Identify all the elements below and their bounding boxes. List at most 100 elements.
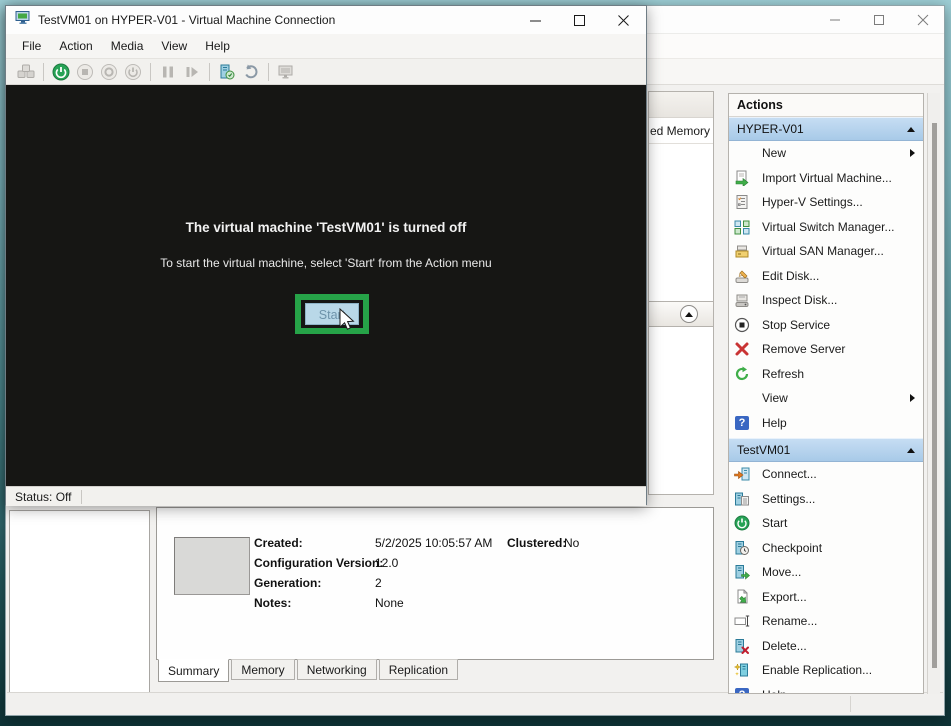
manager-maximize-button[interactable] xyxy=(872,13,886,27)
pause-vm-button[interactable] xyxy=(156,61,180,83)
action-item-inspect-disk[interactable]: Inspect Disk... xyxy=(729,288,923,313)
vmconnect-titlebar: TestVM01 on HYPER-V01 - Virtual Machine … xyxy=(6,6,646,34)
enhanced-session-button[interactable] xyxy=(274,61,298,83)
vmconnect-close-button[interactable] xyxy=(616,13,630,27)
scrollbar-thumb[interactable] xyxy=(932,123,937,668)
action-item-hyperv-settings[interactable]: Hyper-V Settings... xyxy=(729,190,923,215)
toolbar-separator xyxy=(209,63,210,81)
revert-button[interactable] xyxy=(239,61,263,83)
action-item-host-help[interactable]: Help xyxy=(729,411,923,436)
status-text: Status: Off xyxy=(15,490,71,504)
created-value: 5/2/2025 10:05:57 AM xyxy=(375,536,492,550)
menu-view[interactable]: View xyxy=(152,36,196,56)
connect-icon xyxy=(734,466,750,482)
menu-file[interactable]: File xyxy=(13,36,50,56)
action-item-vm-help[interactable]: Help xyxy=(729,683,923,695)
action-item-checkpoint[interactable]: Checkpoint xyxy=(729,536,923,561)
action-item-delete[interactable]: Delete... xyxy=(729,634,923,659)
enable-replication-icon xyxy=(734,662,750,678)
actions-pane-title: Actions xyxy=(729,94,923,117)
blank-icon xyxy=(734,390,750,406)
shut-down-vm-button[interactable] xyxy=(97,61,121,83)
vm-settings-icon xyxy=(734,491,750,507)
action-item-start[interactable]: Start xyxy=(729,511,923,536)
action-item-vm-settings[interactable]: Settings... xyxy=(729,487,923,512)
action-item-virtual-switch-manager[interactable]: Virtual Switch Manager... xyxy=(729,215,923,240)
vm-thumbnail xyxy=(174,537,250,595)
notes-label: Notes: xyxy=(254,596,291,610)
menu-help[interactable]: Help xyxy=(196,36,239,56)
vm-list-panel-header xyxy=(649,92,713,118)
vmconnect-statusbar: Status: Off xyxy=(6,486,646,506)
rename-icon xyxy=(734,613,750,629)
vm-off-message-title: The virtual machine 'TestVM01' is turned… xyxy=(6,220,646,235)
remove-server-icon xyxy=(734,341,750,357)
vmconnect-menubar: File Action Media View Help xyxy=(6,34,646,58)
menu-media[interactable]: Media xyxy=(102,36,153,56)
menu-action[interactable]: Action xyxy=(50,36,101,56)
help-icon xyxy=(734,415,750,431)
clustered-label: Clustered: xyxy=(507,536,566,550)
edit-disk-icon xyxy=(734,268,750,284)
config-version-value: 12.0 xyxy=(375,556,398,570)
collapse-arrow-icon xyxy=(907,448,915,453)
action-item-virtual-san-manager[interactable]: Virtual SAN Manager... xyxy=(729,239,923,264)
vm-off-message-subtitle: To start the virtual machine, select 'St… xyxy=(6,256,646,270)
hyperv-settings-icon xyxy=(734,194,750,210)
summary-tab-page: Created: 5/2/2025 10:05:57 AM Clustered:… xyxy=(156,507,714,660)
collapse-arrow-icon xyxy=(685,312,693,317)
clustered-value: No xyxy=(564,536,579,550)
step-vm-button[interactable] xyxy=(180,61,204,83)
actions-section-host-header[interactable]: HYPER-V01 xyxy=(729,117,923,141)
checkpoint-icon xyxy=(734,540,750,556)
inspect-disk-icon xyxy=(734,292,750,308)
save-vm-button[interactable] xyxy=(121,61,145,83)
config-version-label: Configuration Version: xyxy=(254,556,383,570)
server-tree-pane xyxy=(9,510,150,693)
tab-networking[interactable]: Networking xyxy=(297,659,377,680)
manager-status-strip xyxy=(7,692,943,715)
action-item-remove-server[interactable]: Remove Server xyxy=(729,337,923,362)
tab-summary[interactable]: Summary xyxy=(158,659,229,682)
ctrl-alt-del-button[interactable] xyxy=(14,61,38,83)
toolbar-separator xyxy=(150,63,151,81)
vm-list-column-header[interactable]: ed Memory xyxy=(649,118,713,144)
vmconnect-toolbar xyxy=(6,58,646,85)
desktop: ed Memory TestVM01 Created: 5/2/2025 10:… xyxy=(0,0,951,726)
checkpoints-collapse-button[interactable] xyxy=(680,305,698,323)
created-label: Created: xyxy=(254,536,303,550)
notes-value: None xyxy=(375,596,404,610)
virtual-san-icon xyxy=(734,243,750,259)
action-item-stop-service[interactable]: Stop Service xyxy=(729,313,923,338)
help-icon xyxy=(734,687,750,694)
actions-section-vm-header[interactable]: TestVM01 xyxy=(729,438,923,462)
details-tab-strip: Summary Memory Networking Replication xyxy=(158,659,460,682)
action-item-move[interactable]: Move... xyxy=(729,560,923,585)
start-vm-button[interactable] xyxy=(49,61,73,83)
action-item-enable-replication[interactable]: Enable Replication... xyxy=(729,658,923,683)
action-item-rename[interactable]: Rename... xyxy=(729,609,923,634)
vmconnect-minimize-button[interactable] xyxy=(528,13,542,27)
action-item-connect[interactable]: Connect... xyxy=(729,462,923,487)
actions-scrollbar[interactable] xyxy=(927,93,940,694)
action-item-import-virtual-machine[interactable]: Import Virtual Machine... xyxy=(729,166,923,191)
checkpoint-button[interactable] xyxy=(215,61,239,83)
tab-memory[interactable]: Memory xyxy=(231,659,294,680)
status-divider xyxy=(81,490,82,504)
toolbar-separator xyxy=(43,63,44,81)
action-item-edit-disk[interactable]: Edit Disk... xyxy=(729,264,923,289)
actions-pane: Actions HYPER-V01 New Import Virtual Mac… xyxy=(728,93,924,694)
vmconnect-maximize-button[interactable] xyxy=(572,13,586,27)
action-item-refresh[interactable]: Refresh xyxy=(729,362,923,387)
generation-label: Generation: xyxy=(254,576,321,590)
action-item-new[interactable]: New xyxy=(729,141,923,166)
window-title: TestVM01 on HYPER-V01 - Virtual Machine … xyxy=(38,13,335,27)
manager-minimize-button[interactable] xyxy=(828,13,842,27)
turn-off-vm-button[interactable] xyxy=(73,61,97,83)
manager-close-button[interactable] xyxy=(916,13,930,27)
tab-replication[interactable]: Replication xyxy=(379,659,458,680)
action-item-view[interactable]: View xyxy=(729,386,923,411)
refresh-icon xyxy=(734,366,750,382)
action-item-export[interactable]: Export... xyxy=(729,585,923,610)
vm-list-panel: ed Memory xyxy=(648,91,714,303)
